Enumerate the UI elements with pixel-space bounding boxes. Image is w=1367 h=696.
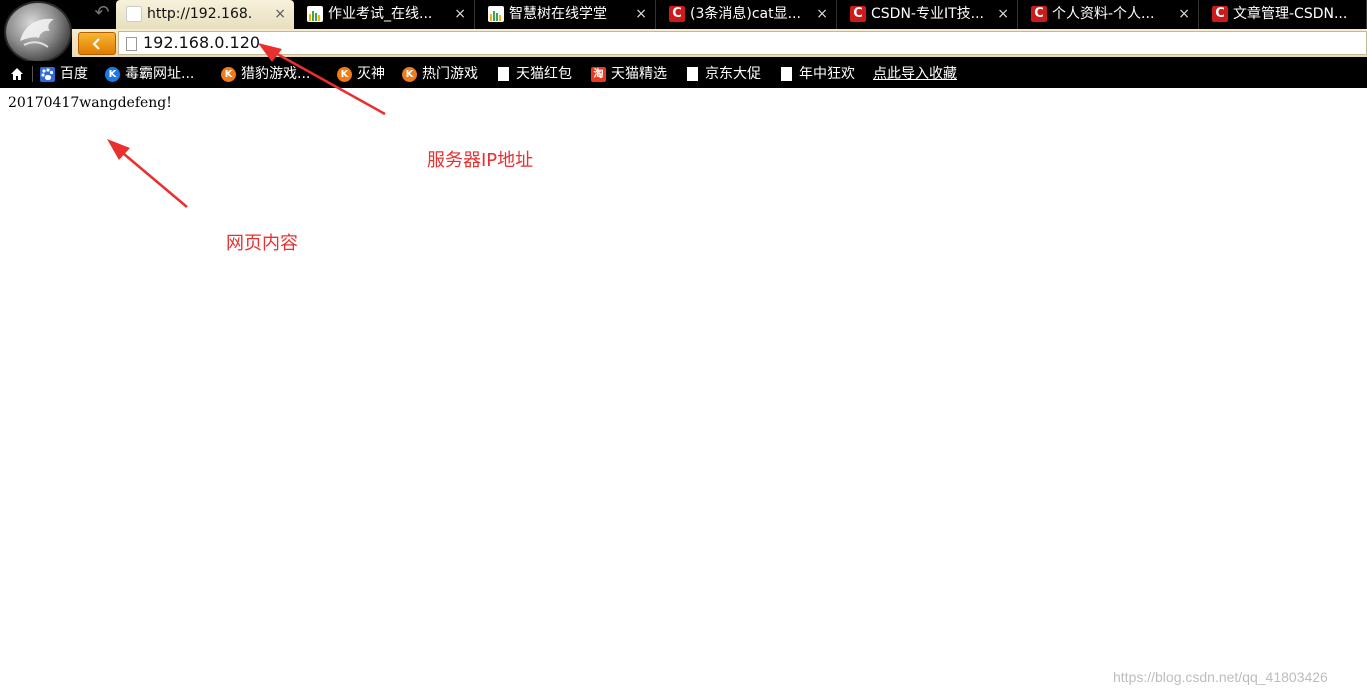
annotation-server-ip: 服务器IP地址 xyxy=(427,150,534,171)
annotation-arrows xyxy=(107,43,386,208)
arrow-to-address xyxy=(269,48,386,116)
watermark: https://blog.csdn.net/qq_41803426 xyxy=(1113,669,1328,685)
annotation-page-content: 网页内容 xyxy=(226,233,298,254)
arrow-to-content xyxy=(117,148,188,208)
arrowhead-icon xyxy=(258,43,282,62)
